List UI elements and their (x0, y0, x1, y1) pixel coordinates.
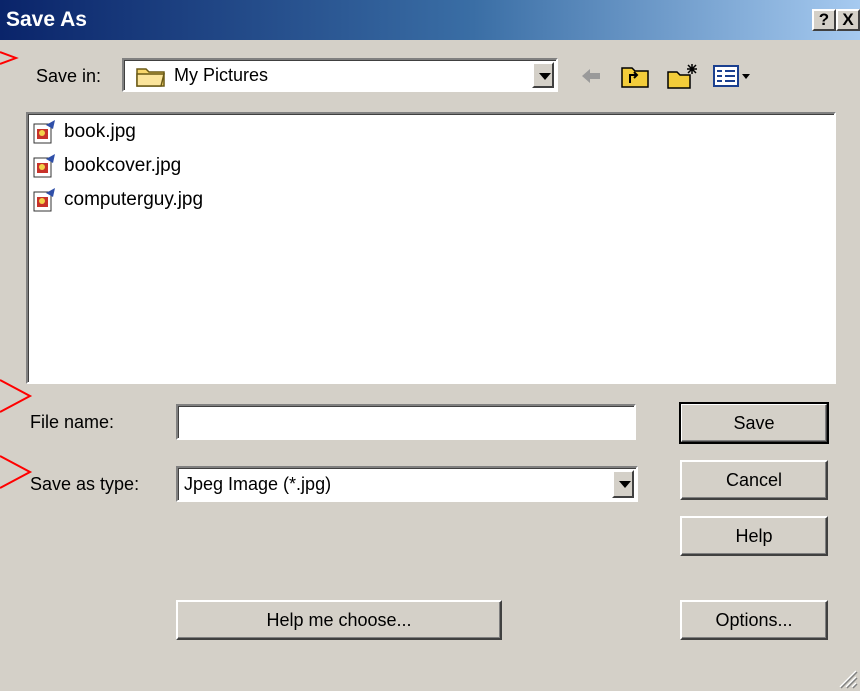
help-button[interactable]: Help (680, 516, 828, 556)
save-as-type-combobox[interactable]: Jpeg Image (*.jpg) (176, 466, 638, 502)
save-in-dropdown-button[interactable] (532, 62, 554, 88)
file-name-label: computerguy.jpg (64, 189, 204, 210)
resize-grip-icon[interactable] (836, 667, 858, 689)
save-as-type-dropdown-button[interactable] (612, 470, 634, 498)
jpeg-file-icon (33, 188, 55, 212)
list-item[interactable]: bookcover.jpg (32, 150, 181, 182)
file-name-label: book.jpg (64, 121, 136, 142)
file-list[interactable]: book.jpg bookcover.jpg computerguy.jpg (26, 112, 836, 384)
save-button[interactable]: Save (679, 402, 829, 444)
save-as-type-value: Jpeg Image (*.jpg) (184, 474, 332, 494)
list-item[interactable]: book.jpg (32, 116, 136, 148)
list-item[interactable]: computerguy.jpg (32, 184, 203, 216)
save-in-combobox[interactable]: My Pictures (122, 58, 558, 92)
cancel-button[interactable]: Cancel (680, 460, 828, 500)
save-as-dialog: Save As ? X Save in: My Pictures book.jp… (0, 0, 860, 691)
view-menu-icon[interactable] (712, 62, 754, 90)
jpeg-file-icon (33, 120, 55, 144)
folder-icon (136, 68, 165, 87)
help-me-choose-button[interactable]: Help me choose... (176, 600, 502, 640)
save-in-label: Save in: (36, 66, 102, 86)
close-title-button[interactable]: X (836, 9, 860, 31)
save-in-value: My Pictures (174, 65, 269, 85)
save-as-type-label: Save as type: (30, 474, 140, 494)
file-name-label: bookcover.jpg (64, 155, 182, 176)
new-folder-icon[interactable] (666, 62, 700, 90)
back-arrow-icon[interactable] (578, 62, 604, 90)
up-folder-icon[interactable] (620, 62, 650, 90)
file-name-field-label: File name: (30, 412, 115, 432)
dialog-title: Save As (6, 8, 87, 31)
jpeg-file-icon (33, 154, 55, 178)
title-bar[interactable]: Save As ? X (0, 0, 860, 40)
file-name-input[interactable] (176, 404, 636, 440)
help-title-button[interactable]: ? (812, 9, 836, 31)
options-button[interactable]: Options... (680, 600, 828, 640)
